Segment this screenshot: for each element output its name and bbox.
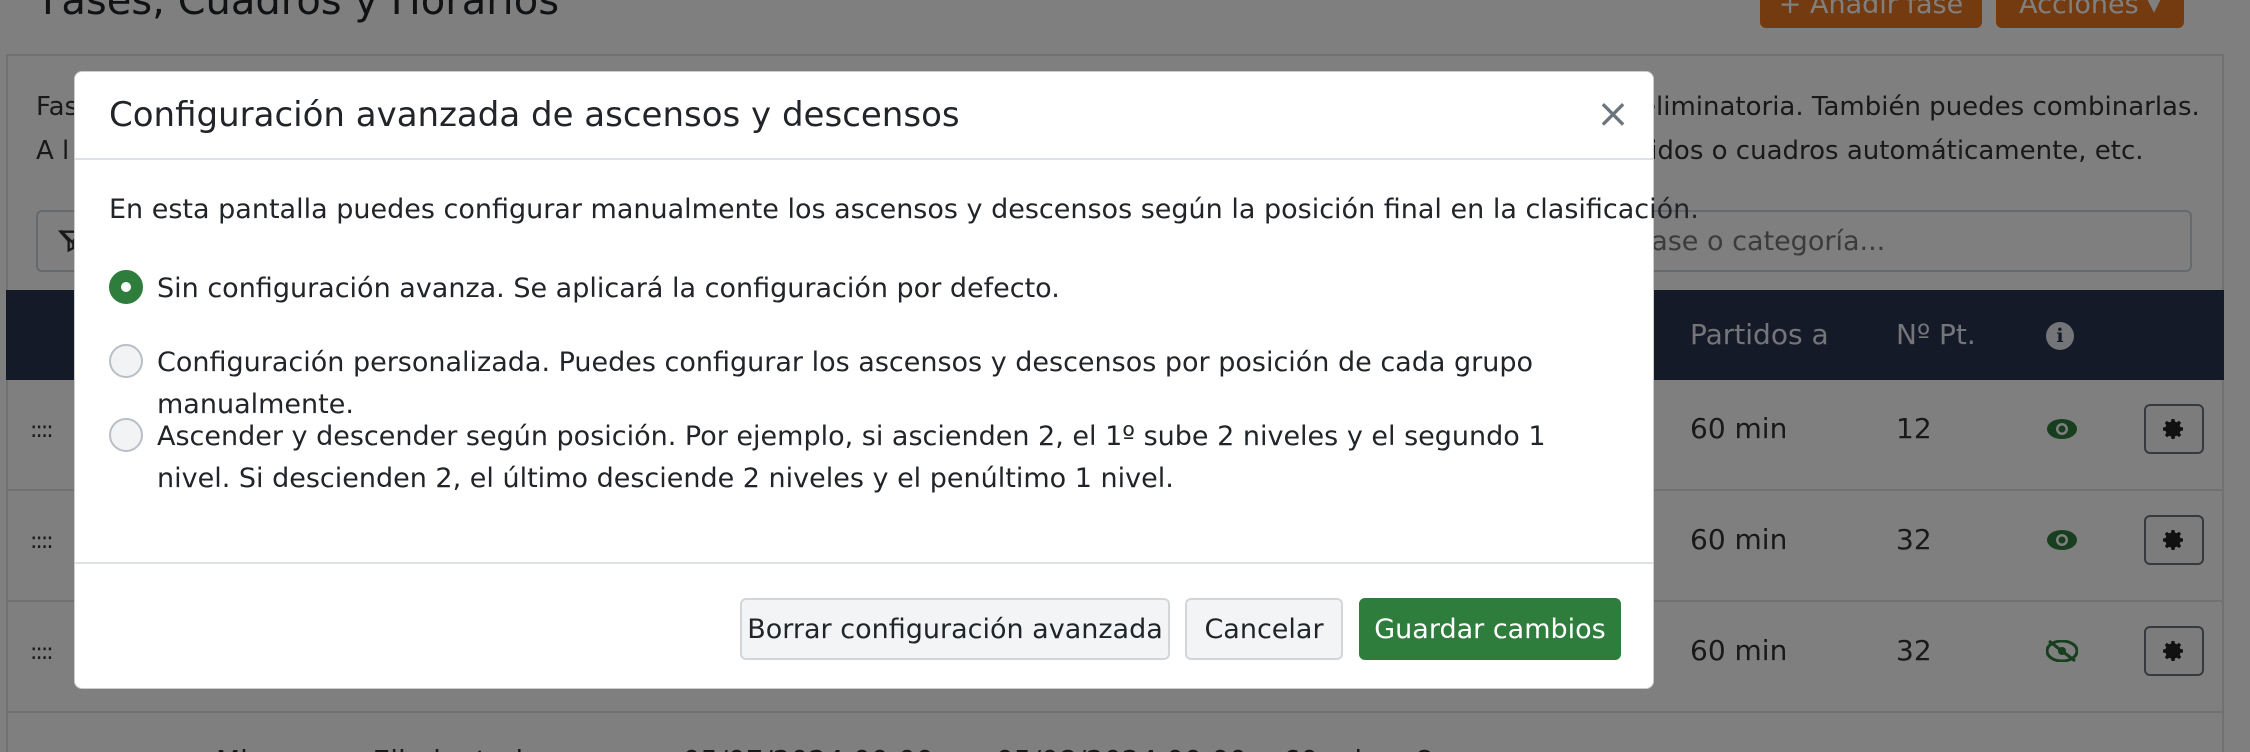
close-icon[interactable]: × — [1591, 92, 1635, 136]
save-changes-button[interactable]: Guardar cambios — [1359, 598, 1621, 660]
advanced-config-modal: Configuración avanzada de ascensos y des… — [74, 71, 1699, 690]
option-custom[interactable]: Configuración personalizada. Puedes conf… — [109, 342, 1629, 426]
modal-footer: Borrar configuración avanzada Cancelar G… — [75, 562, 1653, 690]
clear-advanced-config-button[interactable]: Borrar configuración avanzada — [740, 598, 1170, 660]
cancel-button[interactable]: Cancelar — [1185, 598, 1343, 660]
modal-header: Configuración avanzada de ascensos y des… — [75, 72, 1653, 160]
option-by-position-label[interactable]: Ascender y descender según posición. Por… — [157, 416, 1577, 500]
modal-intro-text: En esta pantalla puedes configurar manua… — [109, 194, 1699, 225]
option-custom-label[interactable]: Configuración personalizada. Puedes conf… — [157, 342, 1629, 426]
radio-custom[interactable] — [109, 344, 143, 378]
option-default-label[interactable]: Sin configuración avanza. Se aplicará la… — [157, 268, 1060, 310]
option-default[interactable]: Sin configuración avanza. Se aplicará la… — [109, 268, 1609, 310]
modal-title: Configuración avanzada de ascensos y des… — [109, 95, 960, 135]
option-by-position[interactable]: Ascender y descender según posición. Por… — [109, 416, 1589, 500]
radio-by-position[interactable] — [109, 418, 143, 452]
radio-default[interactable] — [109, 270, 143, 304]
